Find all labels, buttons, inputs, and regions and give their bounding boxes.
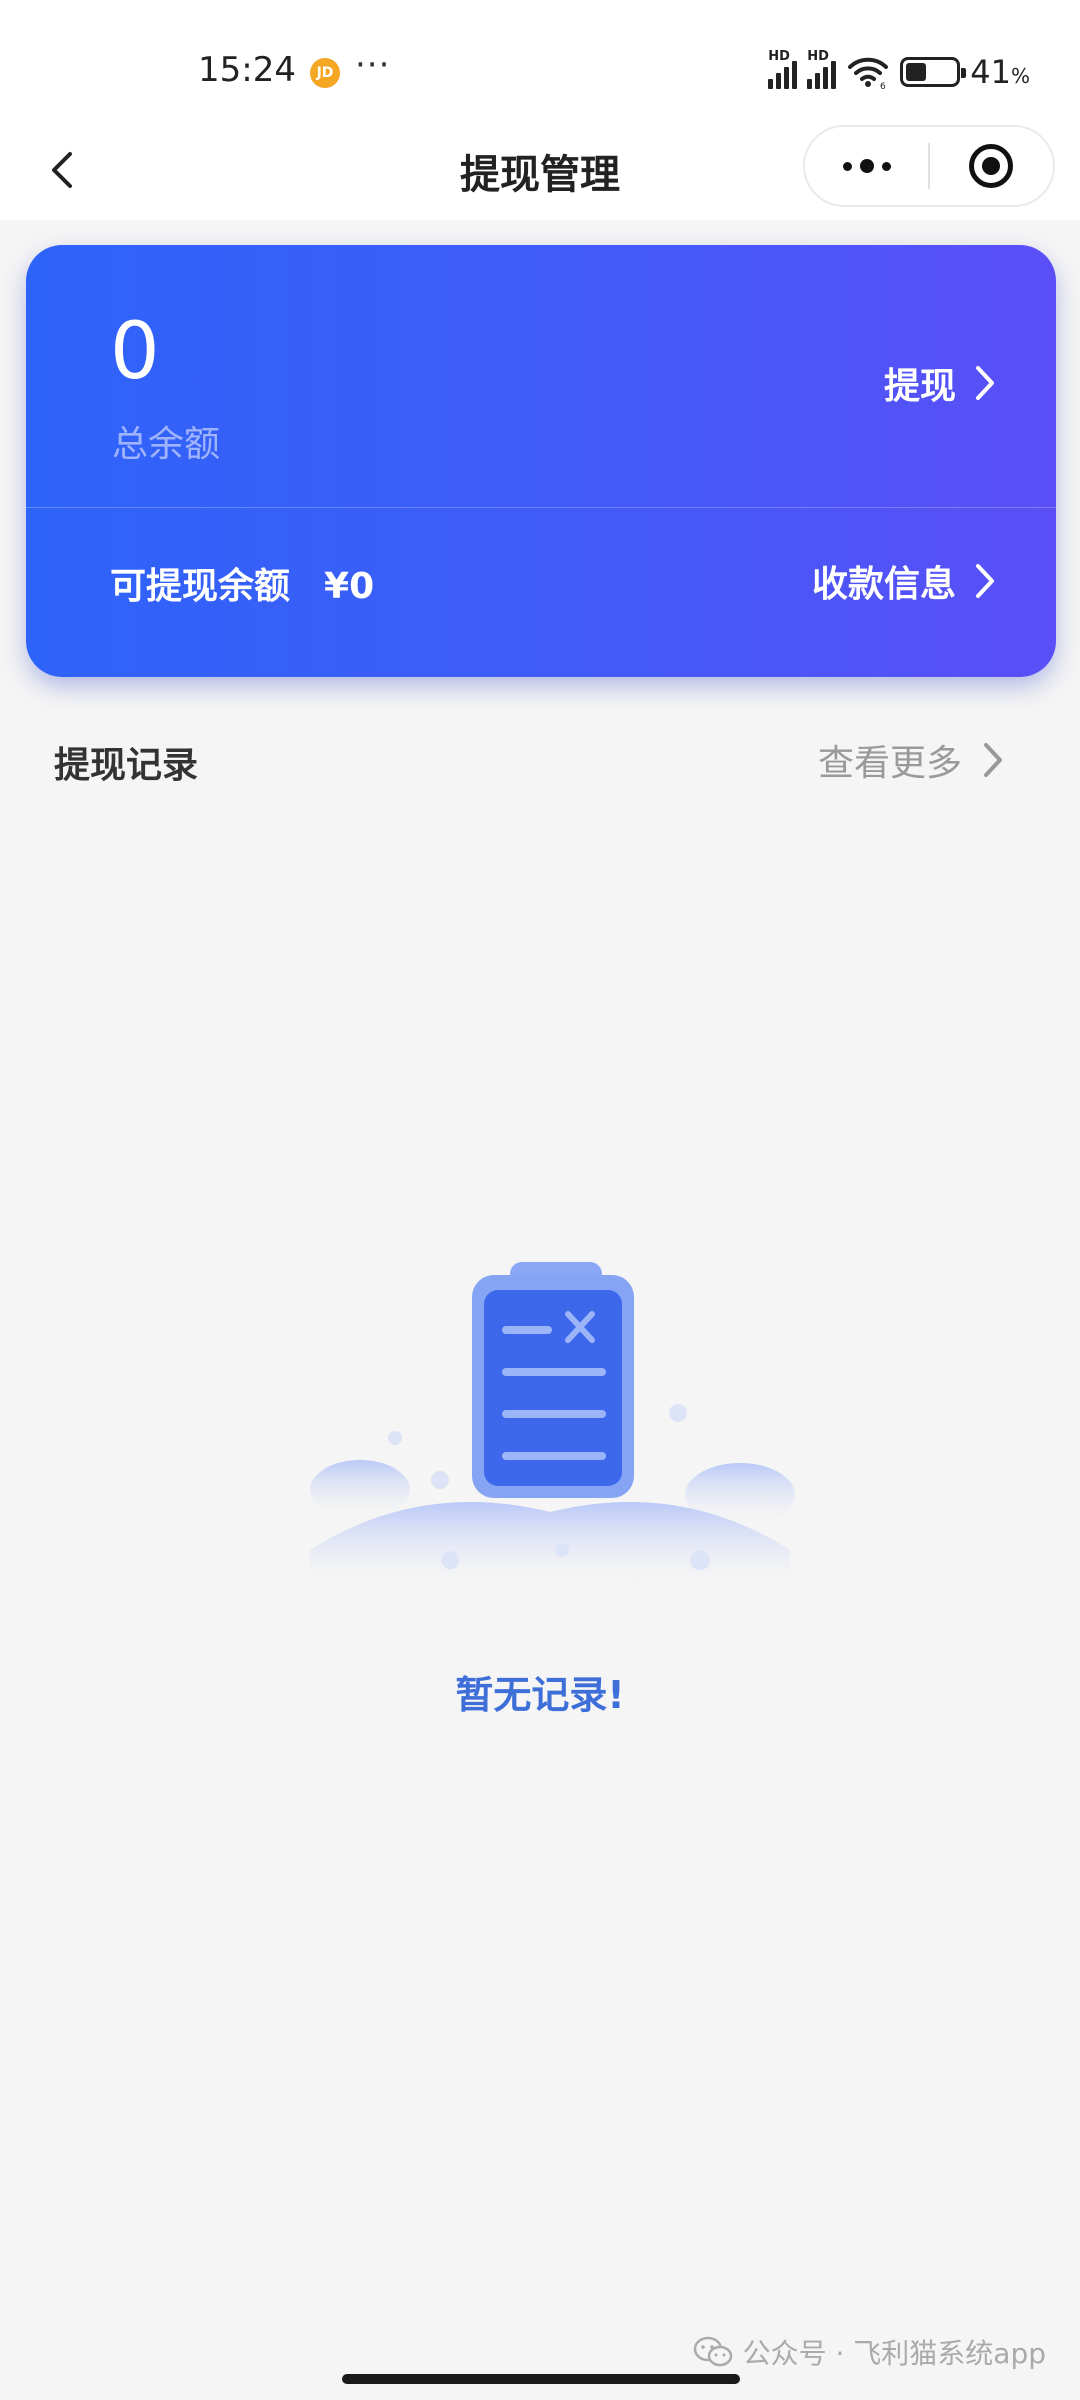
hd-badge: HD — [768, 49, 790, 64]
watermark-text: 公众号 · 飞利猫系统app — [742, 2337, 1046, 2370]
status-icons: HD HD 6 41% — [768, 49, 1030, 92]
battery-percent: 41% — [970, 53, 1030, 91]
home-indicator[interactable] — [342, 2374, 740, 2384]
signal-icon-2: HD — [807, 49, 837, 89]
see-more-button[interactable]: 查看更多 — [818, 734, 1004, 786]
close-mini-program-button[interactable] — [930, 127, 1053, 205]
payee-info-label: 收款信息 — [811, 564, 956, 605]
total-balance-amount: 0 — [110, 307, 160, 397]
see-more-label: 查看更多 — [817, 743, 962, 784]
signal-icon: HD — [768, 49, 798, 89]
wifi-icon: 6 — [848, 57, 889, 89]
withdraw-label: 提现 — [883, 366, 956, 407]
hd-badge-2: HD — [807, 49, 829, 64]
available-balance-amount: ¥0 — [324, 566, 375, 607]
status-time: 15:24 — [198, 50, 296, 90]
nav-bar: 提现管理 — [0, 120, 1080, 220]
available-balance: 可提现余额 ¥0 — [110, 557, 374, 609]
clipboard-x-icon — [310, 1262, 795, 1590]
svg-text:6: 6 — [880, 82, 886, 89]
watermark: 公众号 · 飞利猫系统app — [693, 2332, 1046, 2372]
chevron-right-icon — [976, 564, 994, 598]
status-bar: 15:24 JD ··· HD HD 6 41% — [0, 0, 1080, 135]
more-button[interactable] — [805, 127, 928, 205]
balance-card: 0 总余额 提现 可提现余额 ¥0 收款信息 — [26, 245, 1056, 677]
empty-state-text: 暂无记录! — [455, 1673, 625, 1717]
total-balance-label: 总余额 — [112, 424, 221, 465]
battery-icon — [900, 57, 967, 87]
records-title: 提现记录 — [54, 745, 199, 786]
chevron-right-icon — [976, 366, 994, 400]
payee-info-button[interactable]: 收款信息 — [812, 555, 996, 607]
more-dots-icon — [842, 159, 891, 173]
chevron-right-icon — [984, 743, 1002, 777]
available-balance-label: 可提现余额 — [110, 566, 291, 607]
withdraw-button[interactable]: 提现 — [884, 357, 996, 409]
card-divider — [26, 507, 1056, 508]
wechat-icon — [693, 2336, 732, 2367]
target-icon — [969, 144, 1014, 188]
mini-program-capsule — [803, 125, 1055, 207]
jd-notification-icon: JD — [310, 58, 340, 88]
notification-overflow-icon: ··· — [355, 45, 391, 85]
